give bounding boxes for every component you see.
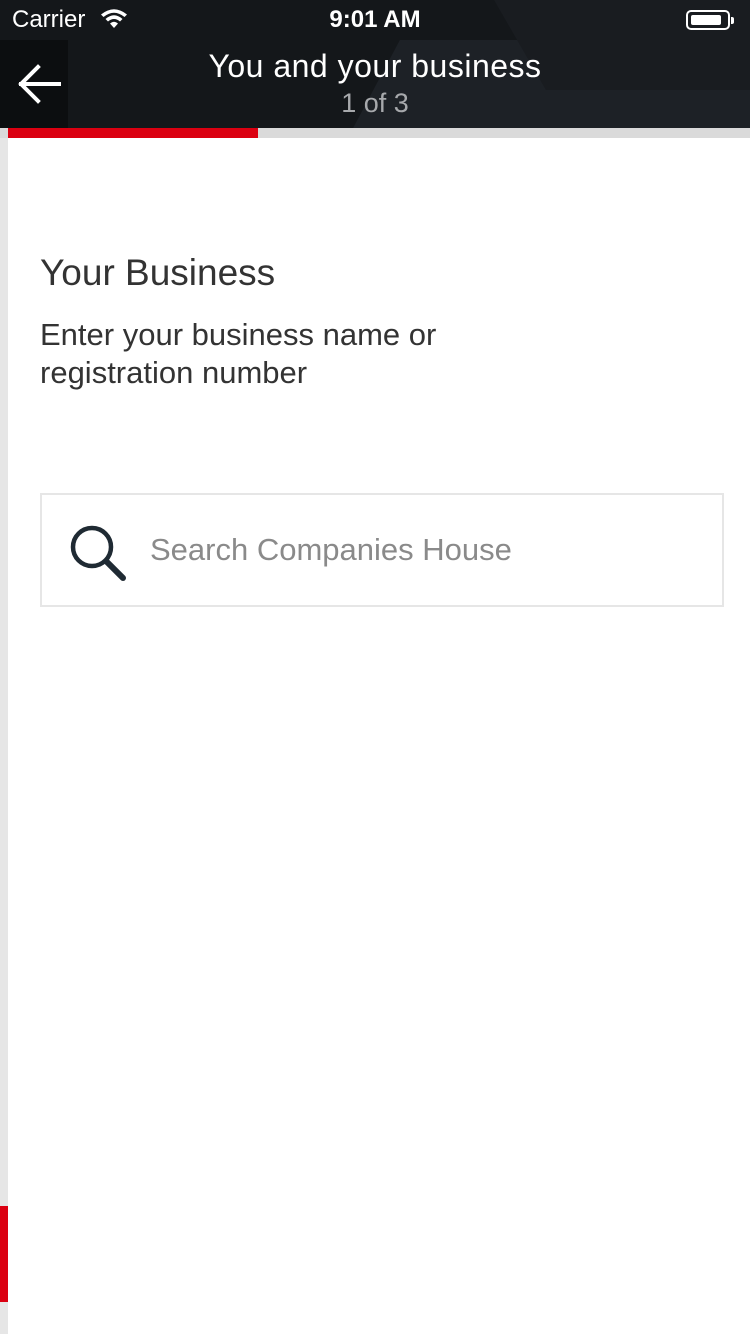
clock: 9:01 AM bbox=[329, 6, 421, 33]
progress-fill bbox=[8, 128, 258, 138]
section-description: Enter your business name or registration… bbox=[40, 317, 437, 390]
status-bar: Carrier 9:01 AM bbox=[0, 0, 750, 40]
app-header: Carrier 9:01 AM You and your business 1 … bbox=[0, 0, 750, 128]
section-title: Your Business bbox=[40, 252, 276, 293]
underlying-page-edge bbox=[0, 138, 8, 1334]
page-title: You and your business bbox=[208, 48, 542, 84]
business-search-sheet: Your Business Enter your business name o… bbox=[8, 138, 750, 1334]
progress-bar bbox=[0, 128, 750, 138]
battery-icon bbox=[686, 10, 734, 30]
step-indicator: 1 of 3 bbox=[341, 88, 409, 118]
search-field[interactable] bbox=[40, 493, 724, 607]
search-icon bbox=[70, 525, 126, 581]
underlying-page-accent bbox=[0, 1206, 8, 1302]
search-input[interactable] bbox=[150, 525, 690, 575]
